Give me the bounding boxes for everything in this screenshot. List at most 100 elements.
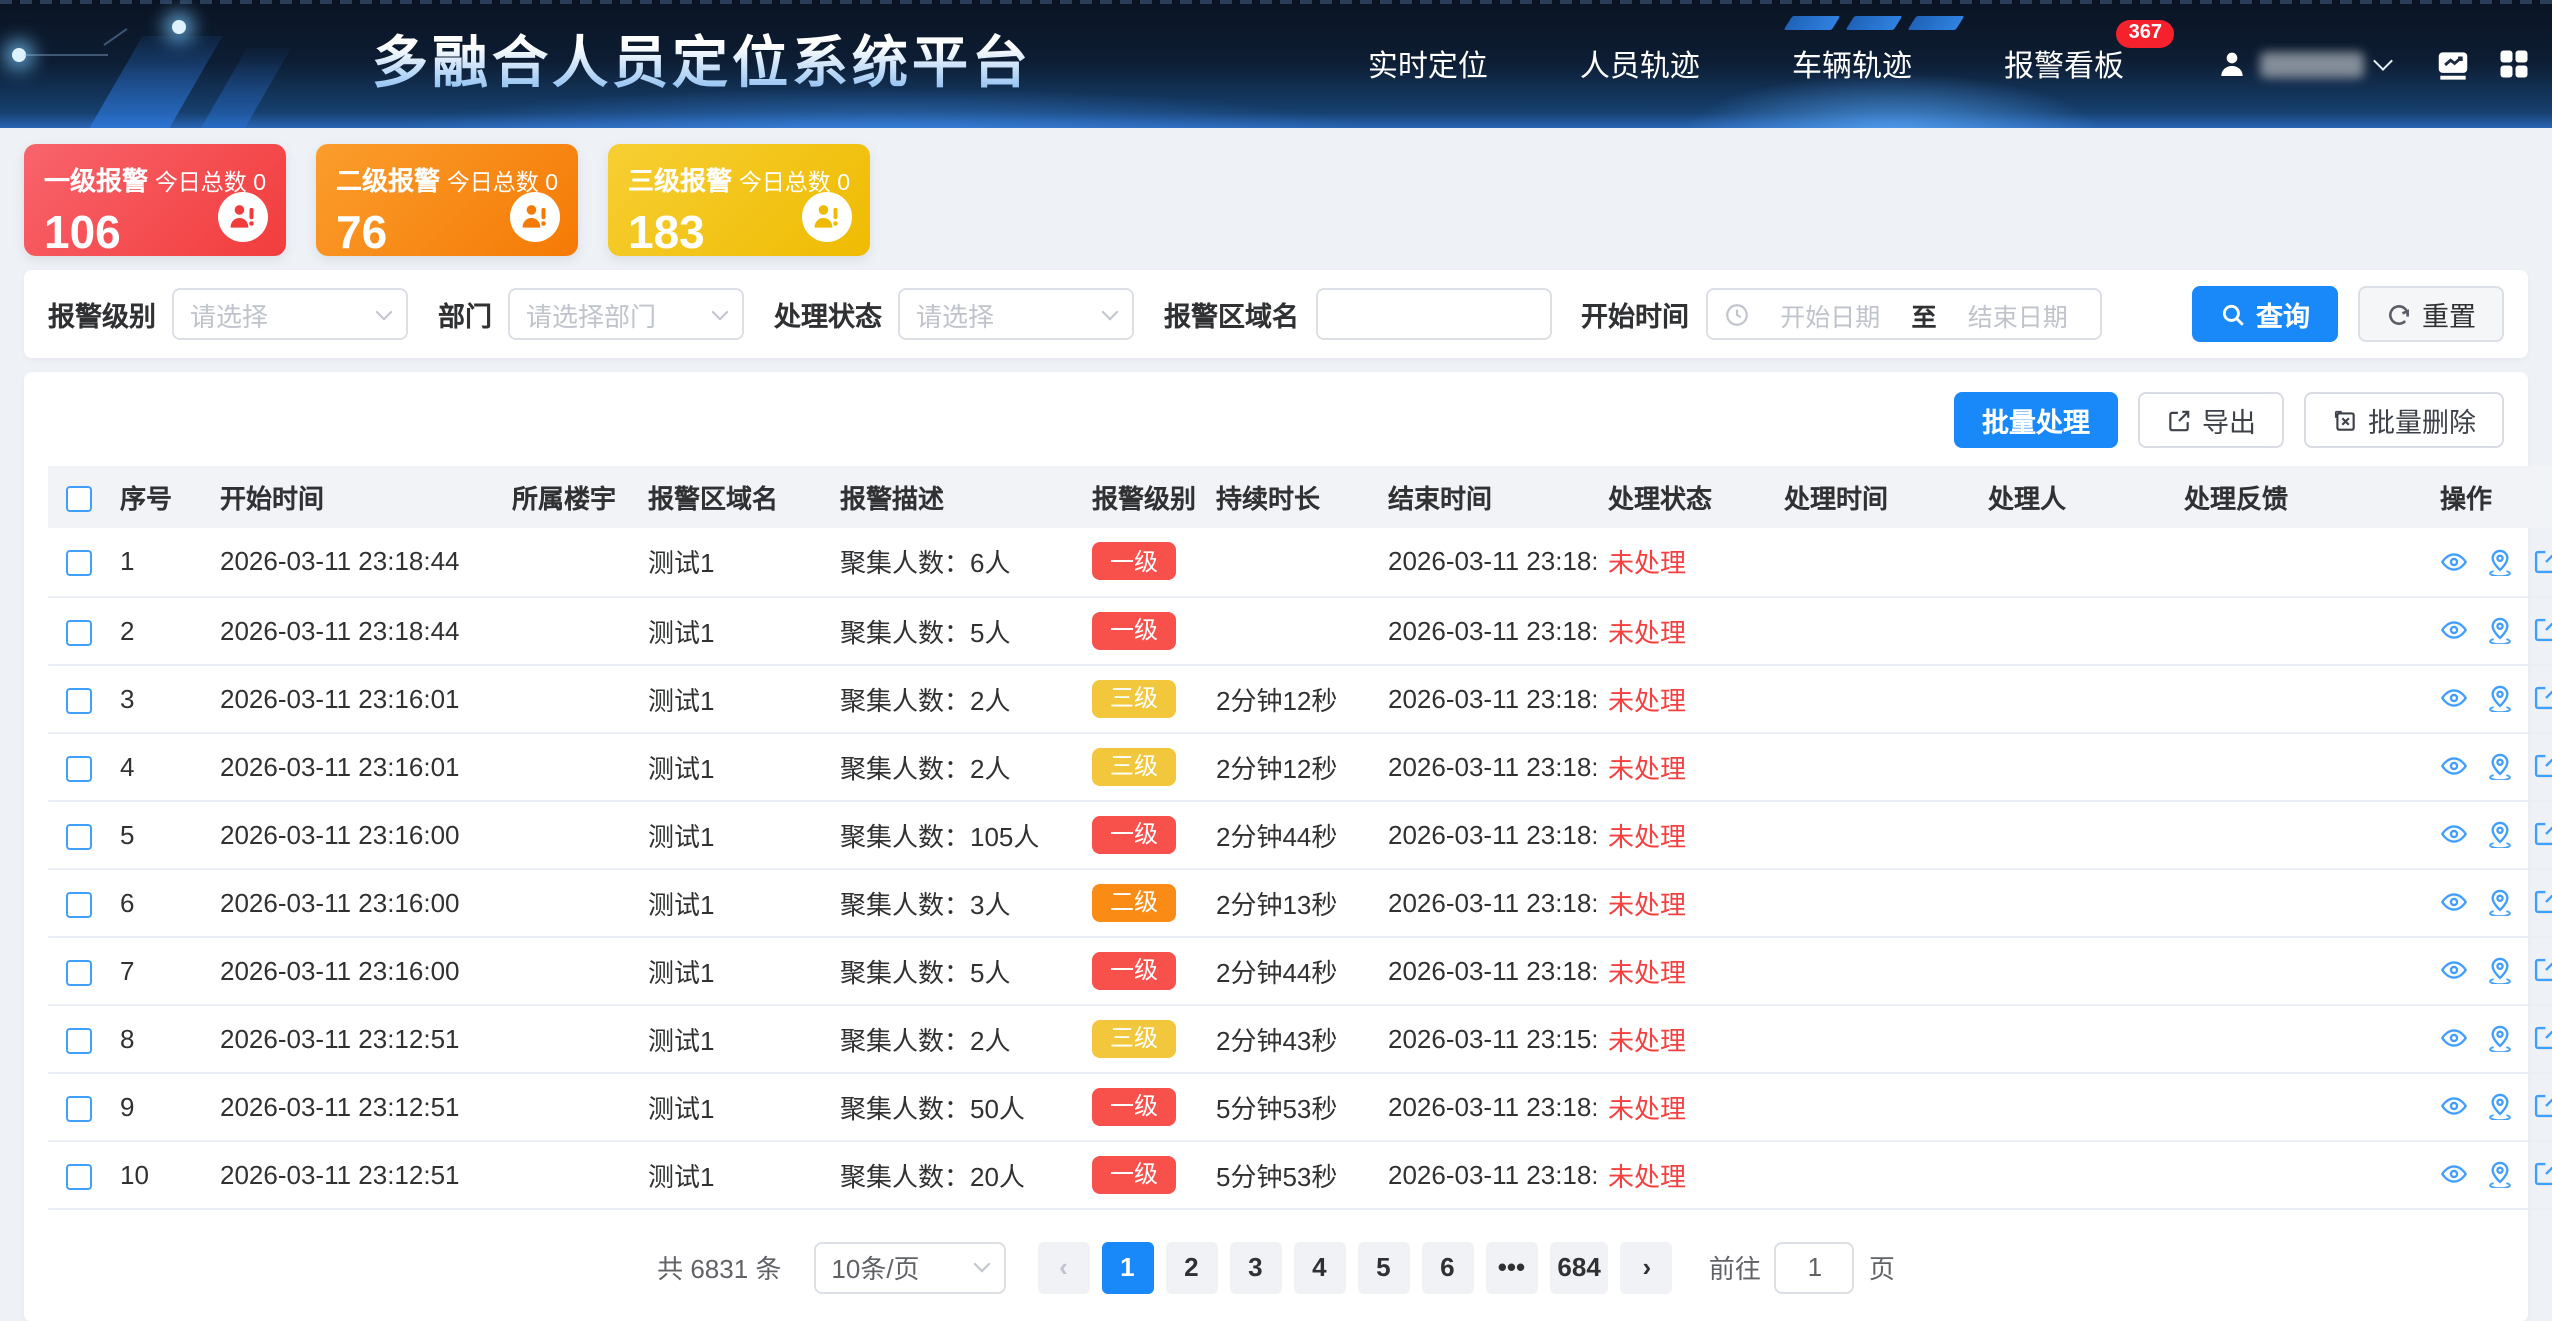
locate-icon[interactable]	[2486, 616, 2514, 644]
user-name-redacted	[2260, 51, 2364, 77]
edit-icon[interactable]	[2532, 1024, 2552, 1052]
row-checkbox[interactable]	[65, 1027, 91, 1053]
locate-icon[interactable]	[2486, 888, 2514, 916]
cell-area: 测试1	[636, 868, 828, 936]
row-checkbox[interactable]	[65, 891, 91, 917]
nav-item-alarm-board[interactable]: 报警看板 367	[2004, 43, 2124, 85]
cell-processor	[1976, 596, 2172, 664]
row-checkbox[interactable]	[65, 687, 91, 713]
nav-item-vehicle-track[interactable]: 车辆轨迹	[1792, 43, 1912, 85]
locate-icon[interactable]	[2486, 752, 2514, 780]
row-checkbox[interactable]	[65, 1095, 91, 1121]
cell-no: 4	[108, 732, 208, 800]
view-icon[interactable]	[2440, 548, 2468, 576]
edit-icon[interactable]	[2532, 1092, 2552, 1120]
cell-level: 一级	[1080, 1072, 1204, 1140]
cell-feedback	[2172, 596, 2428, 664]
level-badge: 三级	[1092, 679, 1176, 717]
cell-start-time: 2026-03-11 23:16:01	[208, 732, 500, 800]
export-button[interactable]: 导出	[2138, 392, 2284, 448]
cell-status: 未处理	[1596, 596, 1772, 664]
cell-area: 测试1	[636, 1140, 828, 1208]
status-select[interactable]: 请选择	[898, 288, 1134, 340]
cell-start-time: 2026-03-11 23:12:51	[208, 1072, 500, 1140]
edit-icon[interactable]	[2532, 684, 2552, 712]
cell-area: 测试1	[636, 800, 828, 868]
edit-icon[interactable]	[2532, 1160, 2552, 1188]
page-button-•••[interactable]: •••	[1485, 1241, 1537, 1293]
cell-processor	[1976, 1004, 2172, 1072]
cell-area: 测试1	[636, 732, 828, 800]
cell-process-time	[1772, 1140, 1976, 1208]
batch-process-button[interactable]: 批量处理	[1954, 392, 2118, 448]
edit-icon[interactable]	[2532, 888, 2552, 916]
page-button-5[interactable]: 5	[1357, 1241, 1409, 1293]
cell-area: 测试1	[636, 596, 828, 664]
page-button-1[interactable]: 1	[1101, 1241, 1153, 1293]
cell-desc: 聚集人数：20人	[828, 1140, 1080, 1208]
view-icon[interactable]	[2440, 1160, 2468, 1188]
prev-page-button[interactable]: ‹	[1037, 1241, 1089, 1293]
table-row: 2 2026-03-11 23:18:44 测试1 聚集人数：5人 一级 202…	[48, 596, 2552, 664]
row-actions	[2440, 956, 2540, 984]
row-checkbox[interactable]	[65, 959, 91, 985]
view-icon[interactable]	[2440, 820, 2468, 848]
cell-level: 一级	[1080, 800, 1204, 868]
reset-button[interactable]: 重置	[2358, 286, 2504, 342]
row-checkbox[interactable]	[65, 823, 91, 849]
locate-icon[interactable]	[2486, 820, 2514, 848]
date-range-picker[interactable]: 开始日期 至 结束日期	[1705, 288, 2101, 340]
page-button-684[interactable]: 684	[1549, 1241, 1608, 1293]
locate-icon[interactable]	[2486, 1092, 2514, 1120]
cell-status: 未处理	[1596, 868, 1772, 936]
department-select[interactable]: 请选择部门	[508, 288, 744, 340]
edit-icon[interactable]	[2532, 548, 2552, 576]
apps-grid-icon[interactable]	[2496, 46, 2532, 82]
row-checkbox[interactable]	[65, 619, 91, 645]
row-checkbox[interactable]	[65, 1163, 91, 1189]
page-button-4[interactable]: 4	[1293, 1241, 1345, 1293]
locate-icon[interactable]	[2486, 684, 2514, 712]
alarm-count-badge: 367	[2117, 19, 2174, 47]
batch-delete-button[interactable]: 批量删除	[2304, 392, 2504, 448]
row-actions	[2440, 616, 2540, 644]
page-size-select[interactable]: 10条/页	[813, 1241, 1005, 1293]
cell-processor	[1976, 1140, 2172, 1208]
view-icon[interactable]	[2440, 684, 2468, 712]
page-button-3[interactable]: 3	[1229, 1241, 1281, 1293]
cell-level: 一级	[1080, 936, 1204, 1004]
cell-area: 测试1	[636, 528, 828, 596]
page-button-6[interactable]: 6	[1421, 1241, 1473, 1293]
area-name-input[interactable]	[1315, 288, 1551, 340]
view-icon[interactable]	[2440, 752, 2468, 780]
monitor-chart-icon[interactable]	[2434, 45, 2472, 83]
view-icon[interactable]	[2440, 956, 2468, 984]
level-select[interactable]: 请选择	[172, 288, 408, 340]
edit-icon[interactable]	[2532, 820, 2552, 848]
edit-icon[interactable]	[2532, 616, 2552, 644]
user-menu[interactable]	[2216, 48, 2390, 80]
page-button-2[interactable]: 2	[1165, 1241, 1217, 1293]
select-all-checkbox[interactable]	[65, 486, 91, 512]
view-icon[interactable]	[2440, 1092, 2468, 1120]
next-page-button[interactable]: ›	[1621, 1241, 1673, 1293]
view-icon[interactable]	[2440, 1024, 2468, 1052]
locate-icon[interactable]	[2486, 956, 2514, 984]
edit-icon[interactable]	[2532, 956, 2552, 984]
view-icon[interactable]	[2440, 888, 2468, 916]
nav-item-person-track[interactable]: 人员轨迹	[1580, 43, 1700, 85]
edit-icon[interactable]	[2532, 752, 2552, 780]
row-checkbox[interactable]	[65, 755, 91, 781]
view-icon[interactable]	[2440, 616, 2468, 644]
nav-item-realtime[interactable]: 实时定位	[1368, 43, 1488, 85]
cell-duration: 2分钟12秒	[1204, 732, 1376, 800]
locate-icon[interactable]	[2486, 1160, 2514, 1188]
row-checkbox[interactable]	[65, 551, 91, 577]
locate-icon[interactable]	[2486, 548, 2514, 576]
cell-feedback	[2172, 664, 2428, 732]
cell-process-time	[1772, 528, 1976, 596]
search-button[interactable]: 查询	[2192, 286, 2338, 342]
locate-icon[interactable]	[2486, 1024, 2514, 1052]
cell-processor	[1976, 936, 2172, 1004]
goto-page-input[interactable]	[1775, 1241, 1855, 1293]
